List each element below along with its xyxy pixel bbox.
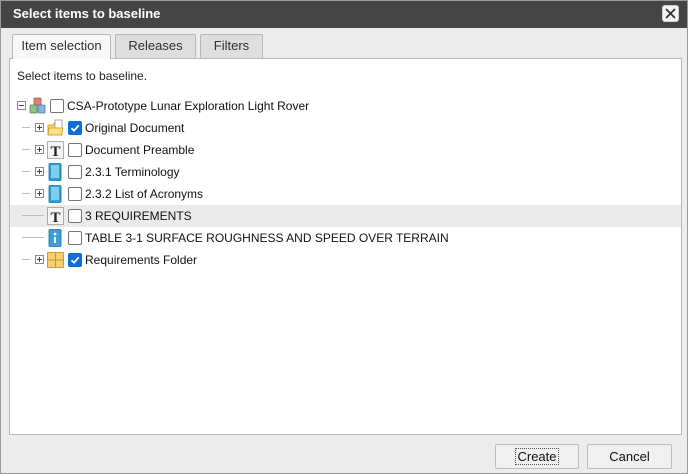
cancel-button[interactable]: Cancel bbox=[587, 444, 672, 469]
text-item-icon: T bbox=[47, 141, 64, 159]
dialog-titlebar: Select items to baseline bbox=[1, 1, 687, 28]
tree-label-terminology: 2.3.1 Terminology bbox=[85, 165, 180, 179]
tree-connector bbox=[22, 215, 44, 216]
expand-toggle[interactable] bbox=[35, 123, 44, 132]
tree-connector bbox=[22, 259, 30, 260]
tree-label-original-document: Original Document bbox=[85, 121, 185, 135]
tab-item-selection[interactable]: Item selection bbox=[12, 34, 111, 59]
tree-checkbox-original-document[interactable] bbox=[68, 121, 82, 135]
expand-toggle[interactable] bbox=[35, 167, 44, 176]
tree-row-root[interactable]: CSA-Prototype Lunar Exploration Light Ro… bbox=[10, 95, 681, 117]
close-button[interactable] bbox=[662, 5, 679, 22]
tree-row-terminology[interactable]: 2.3.1 Terminology bbox=[10, 161, 681, 183]
tree-label-list-of-acronyms: 2.3.2 List of Acronyms bbox=[85, 187, 204, 201]
tree-connector bbox=[22, 193, 30, 194]
tree-checkbox-table-3-1[interactable] bbox=[68, 231, 82, 245]
tree-checkbox-list-of-acronyms[interactable] bbox=[68, 187, 82, 201]
instruction-text: Select items to baseline. bbox=[17, 69, 148, 83]
tree-row-list-of-acronyms[interactable]: 2.3.2 List of Acronyms bbox=[10, 183, 681, 205]
text-item-icon: T bbox=[47, 207, 64, 225]
expand-toggle[interactable] bbox=[35, 145, 44, 154]
expand-toggle[interactable] bbox=[35, 255, 44, 264]
create-button[interactable]: Create bbox=[495, 444, 579, 469]
tree-label-document-preamble: Document Preamble bbox=[85, 143, 195, 157]
collapse-toggle[interactable] bbox=[17, 101, 26, 110]
book-icon bbox=[48, 163, 62, 181]
expand-toggle[interactable] bbox=[35, 189, 44, 198]
tree-label-table-3-1: TABLE 3-1 SURFACE ROUGHNESS AND SPEED OV… bbox=[85, 231, 449, 245]
tree-checkbox-requirements-text[interactable] bbox=[68, 209, 82, 223]
tree-label-root: CSA-Prototype Lunar Exploration Light Ro… bbox=[67, 99, 310, 113]
tab-filters[interactable]: Filters bbox=[200, 34, 263, 58]
tree-checkbox-document-preamble[interactable] bbox=[68, 143, 82, 157]
project-icon bbox=[29, 97, 46, 114]
tree-row-table-3-1[interactable]: TABLE 3-1 SURFACE ROUGHNESS AND SPEED OV… bbox=[10, 227, 681, 249]
close-icon bbox=[665, 8, 676, 19]
checkmark-icon bbox=[70, 256, 80, 265]
tree-label-requirements-folder: Requirements Folder bbox=[85, 253, 198, 267]
tree-row-original-document[interactable]: Original Document bbox=[10, 117, 681, 139]
tree-checkbox-terminology[interactable] bbox=[68, 165, 82, 179]
baseline-dialog: Select items to baseline Item selection … bbox=[0, 0, 688, 474]
tree-connector bbox=[22, 127, 30, 128]
tree-row-requirements-folder[interactable]: Requirements Folder bbox=[10, 249, 681, 271]
tree-row-document-preamble[interactable]: T Document Preamble bbox=[10, 139, 681, 161]
tree-checkbox-root[interactable] bbox=[50, 99, 64, 113]
tree-label-requirements-text: 3 REQUIREMENTS bbox=[85, 209, 192, 223]
svg-text:T: T bbox=[50, 210, 60, 225]
folder-document-icon bbox=[47, 119, 64, 136]
tab-releases[interactable]: Releases bbox=[115, 34, 196, 58]
tree-connector bbox=[22, 171, 30, 172]
tree-checkbox-requirements-folder[interactable] bbox=[68, 253, 82, 267]
item-selection-panel: Select items to baseline. CSA-Prototype … bbox=[9, 58, 682, 435]
tree-connector bbox=[22, 149, 30, 150]
tree-connector bbox=[22, 237, 44, 238]
svg-text:T: T bbox=[50, 144, 60, 159]
create-button-label: Create bbox=[515, 448, 559, 465]
checkmark-icon bbox=[70, 124, 80, 133]
book-icon bbox=[48, 185, 62, 203]
info-item-icon bbox=[48, 229, 62, 247]
dialog-title: Select items to baseline bbox=[13, 6, 161, 21]
tree-row-requirements-text[interactable]: T 3 REQUIREMENTS bbox=[10, 205, 681, 227]
requirements-folder-icon bbox=[47, 252, 64, 268]
